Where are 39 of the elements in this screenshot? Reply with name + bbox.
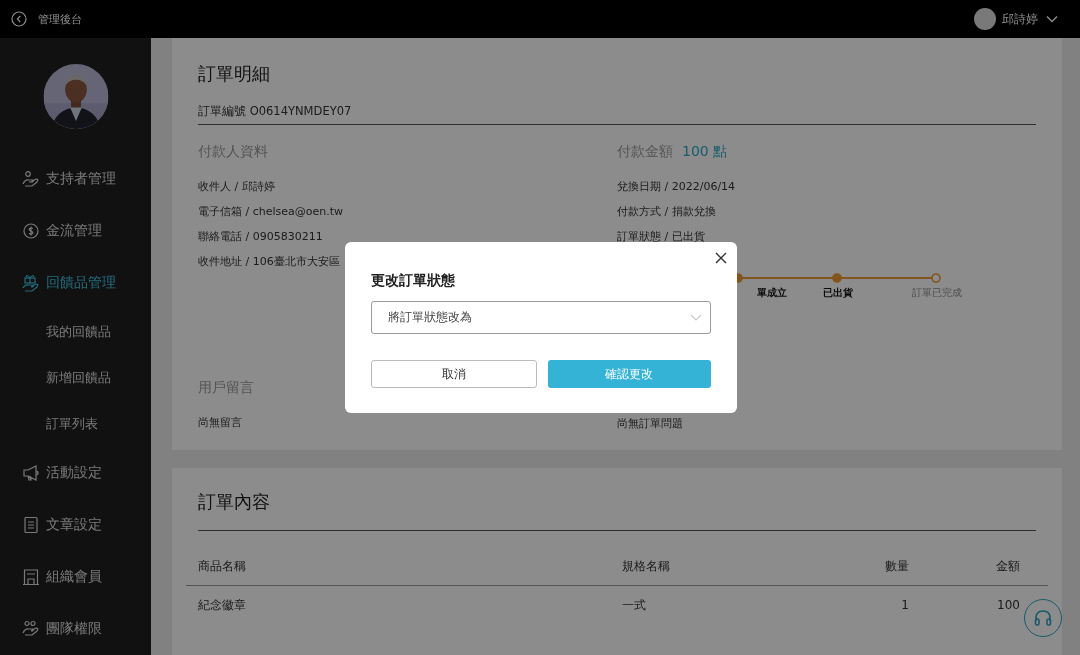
sidebar-subitem[interactable]: 新增回饋品 bbox=[0, 355, 151, 401]
user-name[interactable]: 邱詩婷 bbox=[1002, 10, 1038, 28]
sidebar-item[interactable]: 回饋品管理 bbox=[0, 257, 151, 309]
step-label: 單成立 bbox=[756, 287, 788, 300]
message-text: 尚無留言 bbox=[198, 415, 242, 431]
info-line: 收件地址 / 106臺北市大安區 bbox=[198, 254, 340, 270]
column-header: 數量 bbox=[884, 558, 909, 575]
sidebar-item[interactable]: 金流管理 bbox=[0, 205, 151, 257]
issue-text: 尚無訂單問題 bbox=[617, 416, 683, 432]
column-header: 商品名稱 bbox=[198, 558, 247, 575]
status-select[interactable]: 將訂單狀態改為 bbox=[371, 301, 711, 334]
info-line: 訂單狀態 / 已出貨 bbox=[617, 229, 705, 245]
sidebar-item[interactable]: 文章設定 bbox=[0, 499, 151, 551]
order-number: 訂單編號 O0614YNMDEY07 bbox=[198, 104, 1036, 125]
payment-amount: 100 點 bbox=[682, 143, 728, 161]
sidebar-subitem[interactable]: 我的回饋品 bbox=[0, 309, 151, 355]
cancel-button[interactable]: 取消 bbox=[371, 360, 537, 388]
sidebar-item[interactable]: 組織會員 bbox=[0, 551, 151, 603]
dialog-title: 更改訂單狀態 bbox=[371, 272, 456, 290]
table-cell-text: 1 bbox=[900, 598, 909, 612]
sidebar-item[interactable]: 支持者管理 bbox=[0, 153, 151, 205]
info-line: 兌換日期 / 2022/06/14 bbox=[617, 179, 736, 195]
card-title: 訂單內容 bbox=[198, 490, 271, 514]
sidebar-item[interactable]: 活動設定 bbox=[0, 447, 151, 499]
table-cell-text: 一式 bbox=[622, 596, 647, 614]
table-cell-text: 100 bbox=[996, 598, 1020, 612]
app-title: 管理後台 bbox=[38, 11, 82, 27]
sidebar-subitem[interactable]: 訂單列表 bbox=[0, 401, 151, 447]
sidebar-item[interactable]: 團隊權限 bbox=[0, 603, 151, 655]
confirm-button[interactable]: 確認更改 bbox=[547, 360, 711, 388]
column-header: 規格名稱 bbox=[622, 558, 671, 575]
column-header: 金額 bbox=[995, 558, 1020, 575]
info-line: 付款方式 / 捐款兌換 bbox=[617, 204, 716, 220]
info-line: 收件人 / 邱詩婷 bbox=[198, 179, 275, 195]
step-label: 已出貨 bbox=[821, 287, 854, 300]
card-title: 訂單明細 bbox=[198, 62, 271, 86]
table-cell-text: 紀念徽章 bbox=[198, 596, 247, 614]
info-line: 電子信箱 / chelsea@oen.tw bbox=[198, 204, 344, 220]
info-line: 聯絡電話 / 0905830211 bbox=[198, 229, 323, 245]
